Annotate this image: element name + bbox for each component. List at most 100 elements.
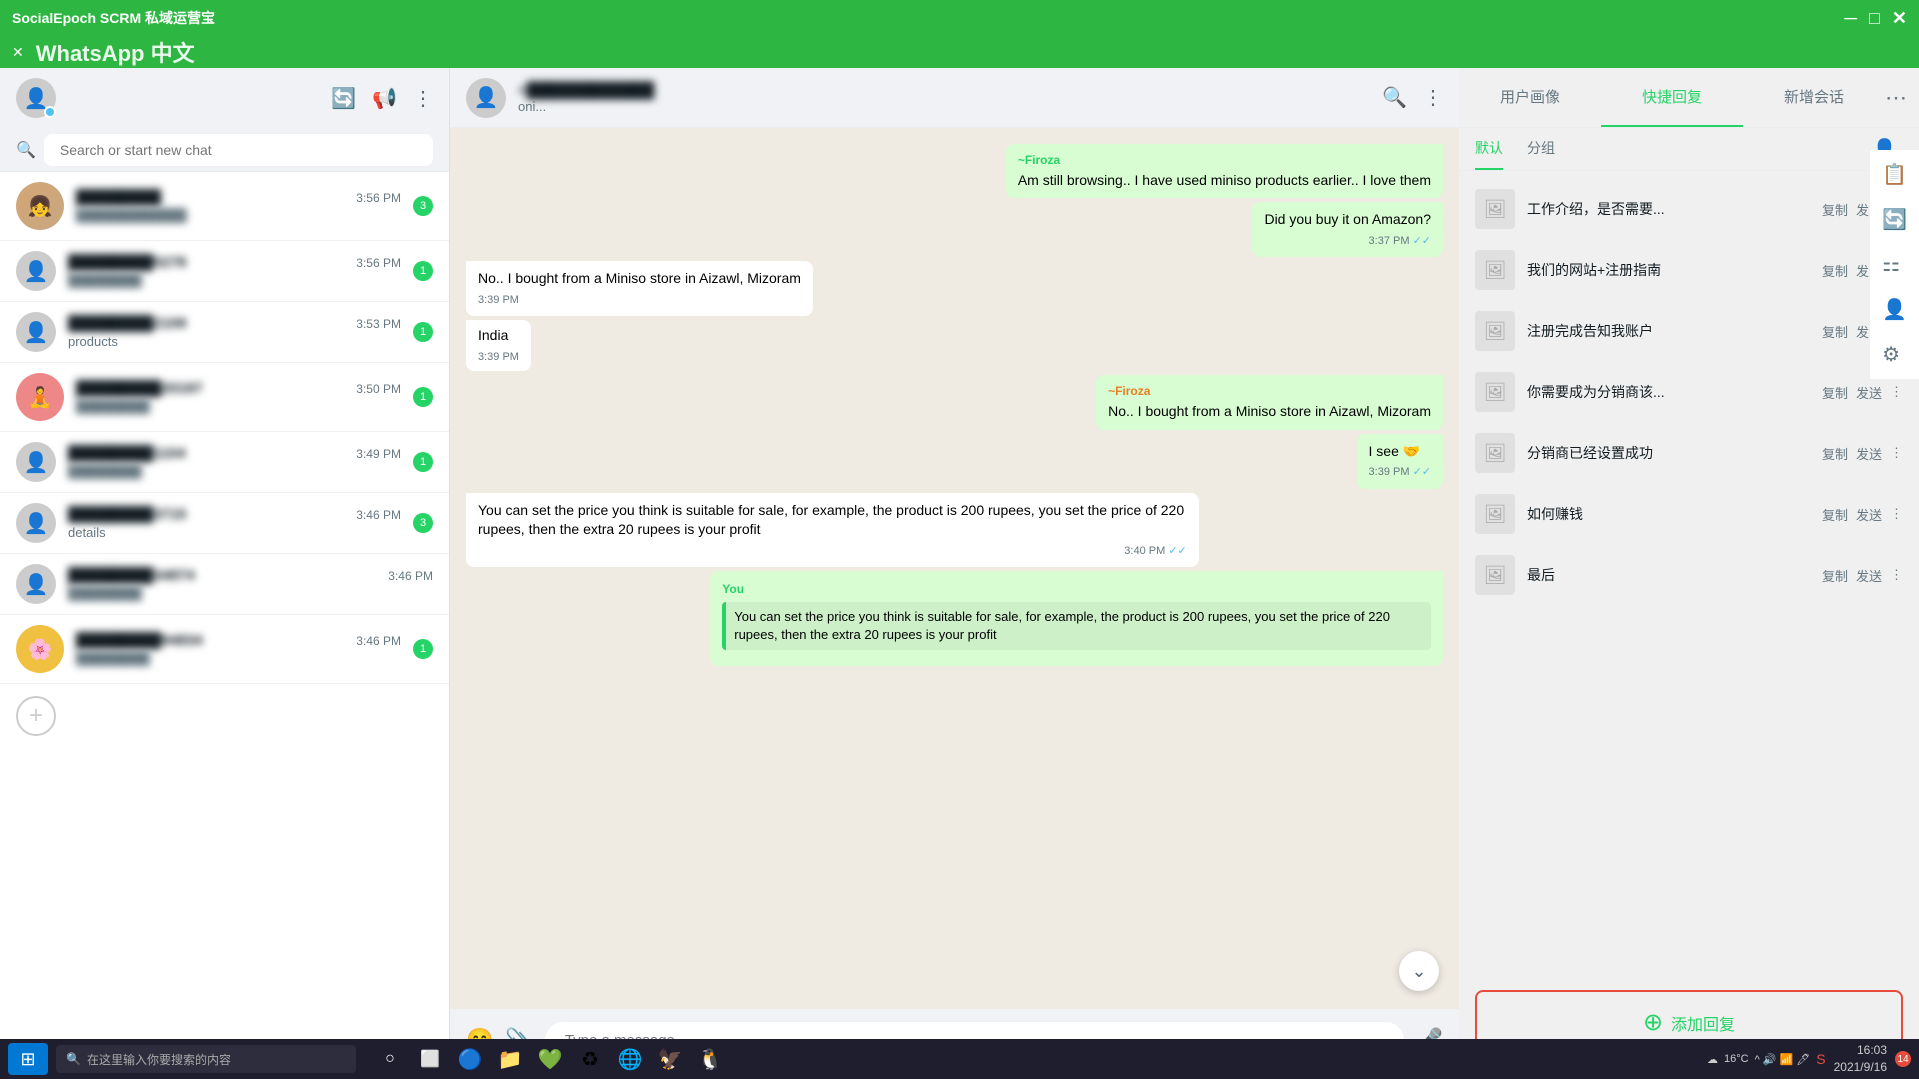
taskbar-app-taskview[interactable]: ⬜ [412, 1043, 448, 1075]
settings-icon[interactable]: ⚙ [1882, 342, 1907, 367]
quick-reply-actions: 复制 发送 ⋮ [1822, 566, 1903, 585]
minimize-btn[interactable]: ─ [1844, 8, 1857, 29]
taskbar-app-cortana[interactable]: ○ [372, 1043, 408, 1075]
message-time: 3:40 PM ✓✓ [478, 544, 1187, 559]
list-item[interactable]: 👤 ████████1104 3:49 PM ████████ 1 [0, 432, 449, 493]
search-chat-icon[interactable]: 🔍 [1382, 85, 1407, 110]
more-options-icon[interactable]: ⋯ [1885, 85, 1919, 111]
list-item[interactable]: 👤 ████████3715 3:46 PM details 3 [0, 493, 449, 554]
featured-chat[interactable]: 👧 ████████ 3:56 PM ████████████ 3 [0, 172, 449, 241]
maximize-btn[interactable]: □ [1869, 8, 1880, 29]
message-time: 3:39 PM [478, 293, 801, 308]
add-chat-button[interactable]: + [16, 696, 56, 736]
tab-quick-reply[interactable]: 快捷回复 [1601, 68, 1743, 127]
list-item[interactable]: 👤 ████████2109 3:53 PM products 1 [0, 302, 449, 363]
quick-reply-item: 🖼 你需要成为分销商该... 复制 发送 ⋮ [1459, 362, 1919, 423]
more-icon[interactable]: ⋮ [1890, 445, 1903, 461]
taskbar-search[interactable]: 🔍 在这里输入你要搜索的内容 [56, 1045, 356, 1073]
apps-icon[interactable]: ⚏ [1882, 252, 1907, 277]
refresh-icon[interactable]: 🔄 [331, 86, 356, 111]
copy-button[interactable]: 复制 [1822, 261, 1848, 280]
list-item[interactable]: 👤 ████████5278 3:56 PM ████████ 1 [0, 241, 449, 302]
message-bubble: You You can set the price you think is s… [710, 571, 1443, 666]
message-time: 3:37 PM ✓✓ [1264, 234, 1431, 249]
message-text: India [478, 326, 519, 346]
windows-icon: ⊞ [20, 1049, 35, 1070]
person-icon[interactable]: 👤 [1882, 297, 1907, 322]
unread-badge: 3 [413, 513, 433, 533]
chat-time: 3:53 PM [356, 317, 401, 331]
taskbar-app-explorer[interactable]: 📁 [492, 1043, 528, 1075]
unread-badge: 1 [413, 452, 433, 472]
taskbar-app-browser1[interactable]: 🌐 [612, 1043, 648, 1075]
tab-user-profile[interactable]: 用户画像 [1459, 68, 1601, 127]
send-button[interactable]: 发送 [1856, 505, 1882, 524]
message-time: 3:39 PM ✓✓ [1369, 465, 1431, 480]
message-bubble: India 3:39 PM [466, 320, 531, 371]
message-text: You can set the price you think is suita… [478, 501, 1187, 540]
copy-button[interactable]: 复制 [1822, 383, 1848, 402]
quick-reply-text: 工作介绍，是否需要... [1527, 199, 1810, 219]
chat-avatar: 👤 [16, 312, 56, 352]
more-icon[interactable]: ⋮ [1890, 384, 1903, 400]
close-btn[interactable]: ✕ [1892, 8, 1907, 29]
contacts-icon[interactable]: 📋 [1882, 171, 1907, 187]
unread-badge: 1 [413, 261, 433, 281]
tab-new-chat[interactable]: 新增会话 [1743, 68, 1885, 127]
menu-icon[interactable]: ⋮ [413, 86, 433, 111]
more-icon[interactable]: ⋮ [1890, 567, 1903, 583]
message-text: I see 🤝 [1369, 442, 1431, 462]
taskbar-apps: ○ ⬜ 🔵 📁 💚 ♻ 🌐 🦅 🐧 [372, 1043, 728, 1075]
taskbar-app-bird[interactable]: 🐧 [692, 1043, 728, 1075]
scrm-icon[interactable]: S [1816, 1051, 1825, 1067]
start-button[interactable]: ⊞ [8, 1043, 48, 1075]
copy-button[interactable]: 复制 [1822, 200, 1848, 219]
notification-badge[interactable]: 14 [1895, 1051, 1911, 1067]
scroll-down-button[interactable]: ⌄ [1399, 951, 1439, 991]
taskbar-app-wechat[interactable]: 💚 [532, 1043, 568, 1075]
copy-button[interactable]: 复制 [1822, 444, 1848, 463]
chat-info: ████████5278 3:56 PM ████████ [68, 254, 401, 288]
subtab-default[interactable]: 默认 [1475, 128, 1503, 170]
list-item[interactable]: 🌸 ████████94834 3:46 PM ████████ 1 [0, 615, 449, 684]
taskbar-app-browser2[interactable]: 🦅 [652, 1043, 688, 1075]
close-icon[interactable]: ✕ [12, 44, 24, 61]
copy-button[interactable]: 复制 [1822, 505, 1848, 524]
subtab-group[interactable]: 分组 [1527, 128, 1555, 170]
search-input[interactable] [44, 134, 433, 166]
copy-button[interactable]: 复制 [1822, 322, 1848, 341]
chat-avatar: 👤 [16, 251, 56, 291]
taskbar-app-recycle[interactable]: ♻ [572, 1043, 608, 1075]
list-item[interactable]: 🧘 ████████20197 3:50 PM ████████ 1 [0, 363, 449, 432]
sync-icon[interactable]: 🔄 [1882, 207, 1907, 232]
quick-reply-actions: 复制 发送 ⋮ [1822, 383, 1903, 402]
user-avatar[interactable]: 👤 [16, 78, 56, 118]
chat-name: ████████5278 [68, 254, 186, 271]
chat-preview: ████████ [76, 399, 401, 414]
taskbar-search-placeholder: 在这里输入你要搜索的内容 [87, 1051, 231, 1068]
message-sender: You [722, 581, 1431, 598]
message-text: Am still browsing.. I have used miniso p… [1018, 171, 1431, 191]
chat-time: 3:46 PM [356, 508, 401, 522]
message-text: Did you buy it on Amazon? [1264, 210, 1431, 230]
taskbar-app-edge[interactable]: 🔵 [452, 1043, 488, 1075]
message-bubble: No.. I bought from a Miniso store in Aiz… [466, 261, 813, 316]
quick-reply-text: 我们的网站+注册指南 [1527, 260, 1810, 280]
tray-icons: ^ 🔊 📶 🖊 [1755, 1053, 1811, 1066]
chat-preview: ████████ [68, 273, 401, 288]
add-reply-label: 添加回复 [1671, 1011, 1735, 1035]
quick-reply-text: 最后 [1527, 565, 1810, 585]
broadcast-icon[interactable]: 📢 [372, 86, 397, 111]
copy-button[interactable]: 复制 [1822, 566, 1848, 585]
chat-time: 3:50 PM [356, 382, 401, 396]
list-item[interactable]: 👤 ████████34874 3:46 PM ████████ [0, 554, 449, 615]
quick-reply-thumbnail: 🖼 [1475, 372, 1515, 412]
send-button[interactable]: 发送 [1856, 383, 1882, 402]
chat-info: ████████94834 3:46 PM ████████ [76, 632, 401, 666]
chat-menu-icon[interactable]: ⋮ [1423, 85, 1443, 110]
send-button[interactable]: 发送 [1856, 566, 1882, 585]
quick-reply-text: 你需要成为分销商该... [1527, 382, 1810, 402]
send-button[interactable]: 发送 [1856, 444, 1882, 463]
chat-list: 👧 ████████ 3:56 PM ████████████ 3 👤 ████… [0, 172, 449, 1071]
more-icon[interactable]: ⋮ [1890, 506, 1903, 522]
